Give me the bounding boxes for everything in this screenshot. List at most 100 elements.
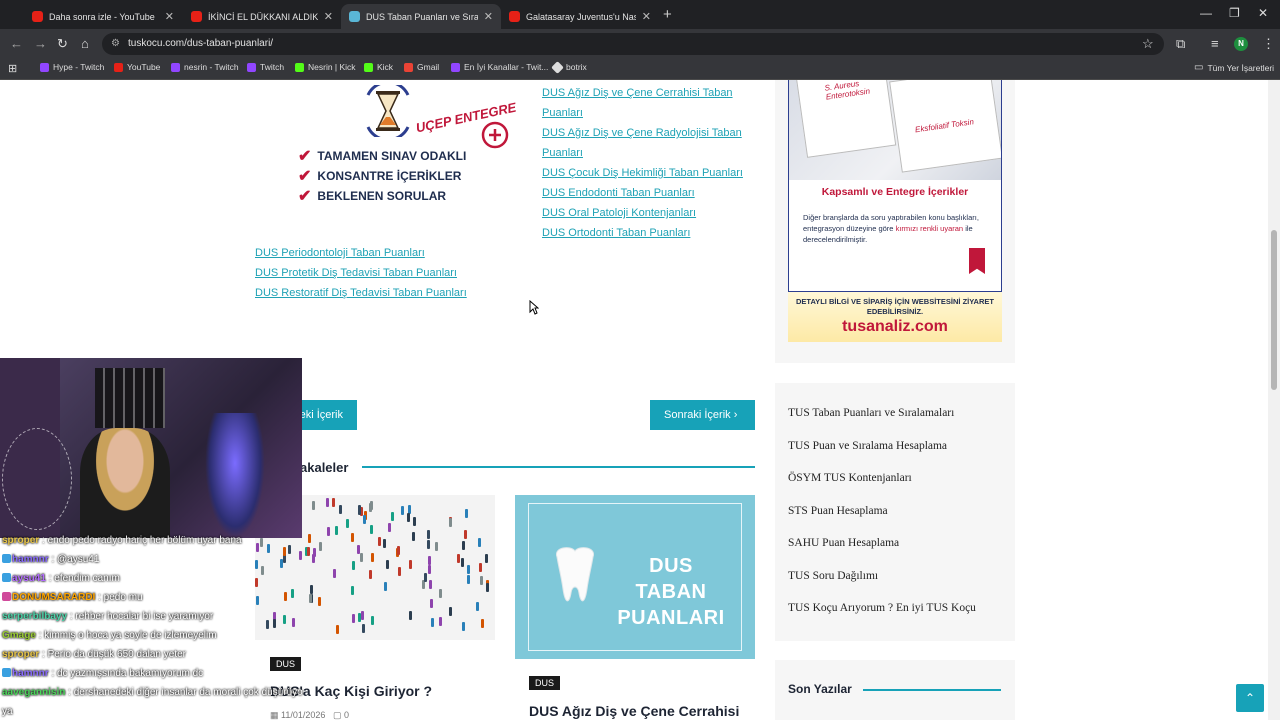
plus-circle-icon: [481, 121, 509, 149]
url-bar[interactable]: ⚙ tuskocu.com/dus-taban-puanlari/: [102, 33, 1164, 55]
dus-thumbnail[interactable]: DUS TABAN PUANLARI: [515, 495, 755, 659]
chat-text: : dc yazmışsında bakamıyorum dc: [51, 668, 204, 679]
sidebar-link[interactable]: ÖSYM TUS Kontenjanları: [788, 472, 912, 484]
minimize-icon[interactable]: —: [1200, 6, 1212, 20]
tab-title: İKİNCİ EL DÜKKANI ALDIK SON: [208, 11, 318, 22]
crowd-person-figure: [351, 586, 354, 595]
sidebar-ad[interactable]: S. Aureus Enterotoksin Eksfoliatif Toksi…: [775, 80, 1015, 363]
link-cocuk[interactable]: DUS Çocuk Diş Hekimliği Taban Puanları: [542, 163, 743, 183]
bookmark-item[interactable]: Hype - Twitch: [40, 62, 104, 72]
browser-tab-4[interactable]: Galatasaray Juventus'u Nasıl Ye ✕: [501, 4, 659, 29]
crowd-person-figure: [371, 553, 374, 562]
chat-message: Gmage : kimmiş o hoca ya soyle de izleme…: [2, 630, 217, 641]
link-protetik[interactable]: DUS Protetik Diş Tedavisi Taban Puanları: [255, 263, 457, 283]
chat-badge-icon: [2, 554, 11, 563]
ad-cta-banner: DETAYLI BİLGİ VE SİPARİŞ İÇİN WEBSİTESİN…: [788, 292, 1002, 342]
post-title[interactable]: DUS Ağız Diş ve Çene Cerrahisi: [529, 703, 739, 719]
browser-tab-2[interactable]: İKİNCİ EL DÜKKANI ALDIK SON ✕: [183, 4, 341, 29]
home-icon[interactable]: ⌂: [81, 36, 89, 51]
link-restoratif[interactable]: DUS Restoratif Diş Tedavisi Taban Puanla…: [255, 283, 467, 303]
crowd-person-figure: [461, 558, 464, 567]
heading-underline: [863, 689, 1001, 691]
close-window-icon[interactable]: ✕: [1258, 6, 1268, 20]
crowd-person-figure: [369, 570, 372, 579]
chat-message: DONUMSARARDI : pedo mu: [2, 592, 143, 603]
bookmark-item[interactable]: En İyi Kanallar - Twit...: [451, 62, 548, 72]
close-tab-icon[interactable]: ✕: [642, 10, 651, 23]
sidebar-link[interactable]: TUS Koçu Arıyorum ? En iyi TUS Koçu: [788, 602, 976, 614]
bookmark-item[interactable]: Nesrin | Kick: [295, 62, 356, 72]
link-ortodonti[interactable]: DUS Ortodonti Taban Puanları: [542, 223, 690, 243]
close-tab-icon[interactable]: ✕: [165, 10, 174, 23]
maximize-icon[interactable]: ❐: [1229, 6, 1240, 20]
ad-sheet: Eksfoliatif Toksin: [889, 80, 1001, 173]
checkmark-icon: ✔: [298, 188, 312, 205]
chat-username: hamnnr: [12, 668, 52, 679]
crowd-person-figure: [467, 575, 470, 584]
crowd-person-figure: [312, 501, 315, 510]
media-icon[interactable]: ≡: [1211, 36, 1219, 51]
sidebar-link[interactable]: STS Puan Hesaplama: [788, 505, 888, 517]
bookmark-item[interactable]: nesrin - Twitch: [171, 62, 239, 72]
bookmark-label: Nesrin | Kick: [308, 62, 356, 72]
link-cerrahi[interactable]: DUS Ağız Diş ve Çene Cerrahisi Taban: [542, 83, 733, 103]
link-cerrahi-cont[interactable]: Puanları: [542, 103, 583, 123]
sidebar-link[interactable]: TUS Puan ve Sıralama Hesaplama: [788, 440, 947, 452]
crowd-person-figure: [407, 513, 410, 522]
bookmark-label: Twitch: [260, 62, 285, 72]
chat-message: sproper : Perio da düşük 650 dalan yeter: [2, 649, 186, 660]
chat-message: hamnnr : @aysu41: [2, 554, 99, 565]
back-icon[interactable]: ←: [10, 36, 23, 51]
twitch-icon: [171, 62, 180, 72]
link-radyoloji-cont[interactable]: Puanları: [542, 143, 583, 163]
menu-kebab-icon[interactable]: ⋮: [1262, 36, 1275, 52]
next-post-button[interactable]: Sonraki İçerik ›: [650, 400, 755, 430]
folder-icon: ▭: [1194, 62, 1204, 73]
link-endodonti[interactable]: DUS Endodonti Taban Puanları: [542, 183, 695, 203]
crowd-person-figure: [346, 519, 349, 528]
bookmark-item[interactable]: Kick: [364, 62, 393, 72]
bookmark-item[interactable]: Gmail: [404, 62, 439, 72]
youtube-icon: [114, 62, 123, 72]
sidebar-link[interactable]: TUS Soru Dağılımı: [788, 570, 878, 582]
crowd-person-figure: [326, 498, 329, 507]
browser-tab-1[interactable]: Daha sonra izle - YouTube ✕: [24, 4, 182, 29]
all-bookmarks-folder[interactable]: ▭ Tüm Yer İşaretleri: [1194, 62, 1274, 73]
crowd-person-figure: [413, 517, 416, 526]
page-scrollbar[interactable]: [1268, 80, 1280, 720]
crowd-person-figure: [478, 538, 481, 547]
crowd-person-figure: [462, 622, 465, 631]
crowd-person-figure: [457, 554, 460, 563]
crowd-person-figure: [332, 498, 335, 507]
chat-text: ya: [2, 706, 13, 717]
chat-text: : pedo mu: [98, 592, 143, 603]
bookmark-item[interactable]: YouTube: [114, 62, 160, 72]
bookmark-star-icon[interactable]: ☆: [1142, 36, 1154, 52]
browser-tab-3-active[interactable]: DUS Taban Puanları ve Sıralama ✕: [341, 4, 501, 29]
crowd-person-figure: [358, 505, 361, 514]
site-info-icon[interactable]: ⚙: [111, 33, 120, 55]
heading-underline: [362, 466, 755, 468]
recent-posts-heading: Son Yazılar: [788, 682, 852, 696]
reload-icon[interactable]: ↻: [57, 36, 68, 52]
scroll-to-top-button[interactable]: ⌃: [1236, 684, 1264, 712]
scrollbar-thumb[interactable]: [1271, 230, 1277, 390]
new-tab-button[interactable]: +: [663, 6, 672, 23]
link-periodontoloji[interactable]: DUS Periodontoloji Taban Puanları: [255, 243, 425, 263]
sidebar-link[interactable]: TUS Taban Puanları ve Sıralamaları: [788, 407, 954, 419]
forward-icon[interactable]: →: [34, 36, 47, 51]
link-radyoloji[interactable]: DUS Ağız Diş ve Çene Radyolojisi Taban: [542, 123, 742, 143]
close-tab-icon[interactable]: ✕: [324, 10, 333, 23]
profile-avatar[interactable]: N: [1234, 37, 1248, 51]
bookmark-item[interactable]: Twitch: [247, 62, 284, 72]
extensions-icon[interactable]: ⧉: [1176, 36, 1185, 52]
category-tag[interactable]: DUS: [529, 676, 561, 690]
sidebar-link[interactable]: SAHU Puan Hesaplama: [788, 537, 899, 549]
link-oral-patoloji[interactable]: DUS Oral Patoloji Kontenjanları: [542, 203, 696, 223]
crowd-person-figure: [386, 560, 389, 569]
promo-check-item: ✔ TAMAMEN SINAV ODAKLI: [298, 146, 466, 166]
bookmark-item[interactable]: botrix: [551, 60, 587, 74]
close-tab-icon[interactable]: ✕: [484, 10, 493, 23]
chat-message: aavegannisin : dershanedeki diğer insanl…: [2, 687, 303, 698]
apps-grid-icon[interactable]: ⊞: [8, 62, 17, 75]
